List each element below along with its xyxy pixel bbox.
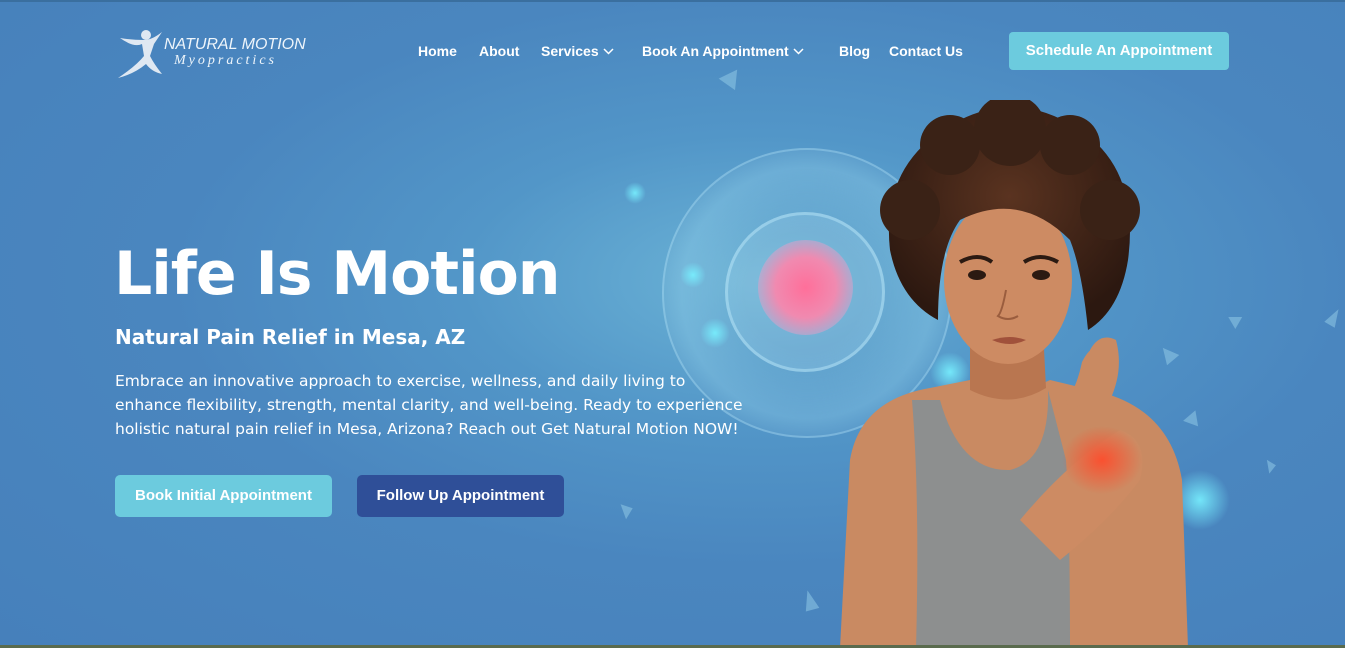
schedule-appointment-button[interactable]: Schedule An Appointment [1009, 32, 1229, 70]
glass-shard-decoration [1324, 306, 1344, 328]
glow-particle [680, 262, 706, 288]
nav-contact-us-label: Contact Us [889, 43, 963, 59]
nav-book-appointment[interactable]: Book An Appointment [642, 42, 804, 60]
woman-holding-wrist-image [840, 100, 1188, 648]
top-border [0, 0, 1345, 2]
chevron-down-icon [603, 48, 614, 55]
hero-description-line: enhance flexibility, strength, mental cl… [115, 396, 743, 414]
glow-particle [700, 318, 730, 348]
hero-subheadline: Natural Pain Relief in Mesa, AZ [115, 325, 466, 349]
nav-home-label: Home [418, 43, 457, 59]
hero-description-line: holistic natural pain relief in Mesa, Ar… [115, 420, 739, 438]
nav-book-appointment-label: Book An Appointment [642, 43, 789, 59]
nav-contact-us[interactable]: Contact Us [889, 42, 963, 60]
nav-services[interactable]: Services [541, 42, 614, 60]
follow-up-appointment-button[interactable]: Follow Up Appointment [357, 475, 564, 517]
book-initial-appointment-button[interactable]: Book Initial Appointment [115, 475, 332, 517]
glass-shard-decoration [718, 63, 746, 91]
nav-about-label: About [479, 43, 520, 59]
glass-shard-decoration [800, 588, 820, 612]
hero-headline: Life Is Motion [114, 239, 561, 309]
glass-shard-decoration [1228, 310, 1246, 330]
glass-shard-decoration [1266, 458, 1278, 474]
glow-particle [624, 182, 646, 204]
hero-description-line: Embrace an innovative approach to exerci… [115, 372, 686, 390]
nav-home[interactable]: Home [418, 42, 457, 60]
hero-description: Embrace an innovative approach to exerci… [115, 369, 765, 441]
hero-section: NATURAL MOTION Myopractics Home About Se… [0, 0, 1345, 648]
nav-blog[interactable]: Blog [839, 42, 870, 60]
nav-services-label: Services [541, 43, 599, 59]
nav-blog-label: Blog [839, 43, 871, 59]
glass-shard-decoration [620, 500, 636, 520]
chevron-down-icon [793, 48, 804, 55]
nav-about[interactable]: About [479, 42, 519, 60]
